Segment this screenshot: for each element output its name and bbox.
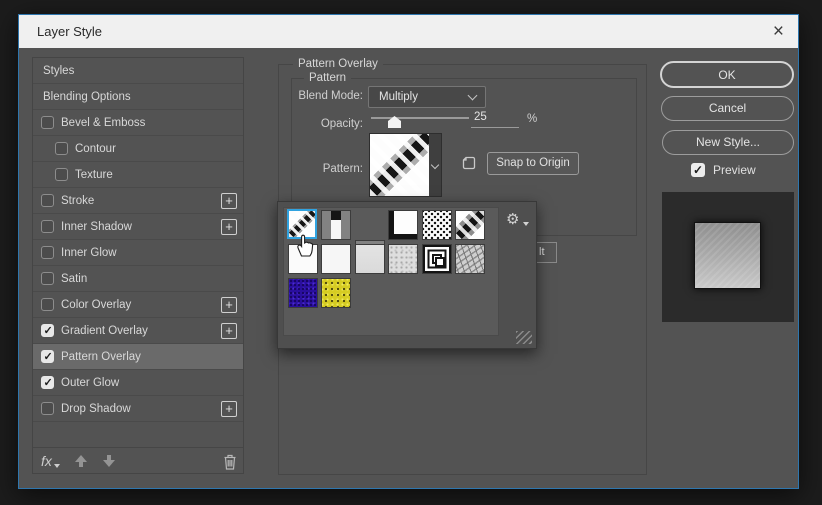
checkbox-unchecked[interactable] [41, 246, 54, 259]
sidebar-item-bevel-emboss[interactable]: Bevel & Emboss [33, 110, 243, 136]
sidebar-item-drop-shadow[interactable]: Drop Shadow + [33, 396, 243, 422]
sidebar-item-satin[interactable]: Satin [33, 266, 243, 292]
checkbox-checked[interactable] [41, 350, 54, 363]
opacity-slider-track[interactable] [371, 117, 469, 119]
sidebar-item-label: Color Overlay [61, 298, 132, 311]
pattern-swatch-scribble-texture[interactable] [455, 244, 485, 274]
close-icon[interactable]: × [773, 22, 784, 41]
layer-style-dialog: Layer Style × Styles Blending Options Be… [18, 14, 799, 489]
checkbox-unchecked[interactable] [55, 142, 68, 155]
opacity-value-field[interactable]: 25 [471, 111, 519, 128]
checkbox-unchecked[interactable] [41, 220, 54, 233]
sidebar-item-styles[interactable]: Styles [33, 58, 243, 84]
partially-hidden-default-button[interactable]: lt [537, 242, 557, 263]
preview-option: Preview [691, 163, 756, 177]
preview-checkbox-checked[interactable] [691, 163, 705, 177]
group-title: Pattern Overlay [293, 58, 383, 70]
sidebar-item-label: Inner Shadow [61, 220, 132, 233]
checkbox-unchecked[interactable] [41, 194, 54, 207]
cancel-button[interactable]: Cancel [661, 96, 794, 121]
styles-sidebar: Styles Blending Options Bevel & Emboss C… [32, 57, 244, 474]
sidebar-item-texture[interactable]: Texture [33, 162, 243, 188]
opacity-label: Opacity: [320, 118, 363, 130]
gear-caret-icon [523, 222, 529, 226]
checkbox-unchecked[interactable] [41, 298, 54, 311]
sidebar-item-label: Bevel & Emboss [61, 116, 146, 129]
sidebar-item-label: Inner Glow [61, 246, 117, 259]
sidebar-item-gradient-overlay[interactable]: Gradient Overlay + [33, 318, 243, 344]
pattern-swatch-vertical-bar[interactable] [321, 210, 351, 240]
new-pattern-icon[interactable] [460, 154, 478, 172]
delete-effect-icon[interactable] [223, 454, 237, 470]
pattern-swatch-corner-frame[interactable] [388, 210, 418, 240]
checkbox-unchecked[interactable] [41, 116, 54, 129]
move-effect-down-icon[interactable] [102, 454, 116, 468]
gear-icon[interactable]: ⚙ [506, 210, 519, 228]
sidebar-item-label: Outer Glow [61, 376, 120, 389]
sidebar-item-label: Pattern Overlay [61, 350, 141, 363]
add-effect-button[interactable]: + [221, 219, 237, 235]
sidebar-item-outer-glow[interactable]: Outer Glow [33, 370, 243, 396]
subgroup-title: Pattern [304, 72, 352, 84]
sidebar-item-inner-glow[interactable]: Inner Glow [33, 240, 243, 266]
sidebar-item-label: Drop Shadow [61, 402, 131, 415]
sidebar-item-label: Gradient Overlay [61, 324, 148, 337]
sidebar-item-pattern-overlay[interactable]: Pattern Overlay [33, 344, 243, 370]
opacity-unit-label: % [527, 113, 538, 125]
sidebar-item-label: Texture [75, 168, 113, 181]
sidebar-item-color-overlay[interactable]: Color Overlay + [33, 292, 243, 318]
blend-mode-select[interactable]: Multiply [368, 86, 486, 108]
pattern-swatch-fine-noise[interactable] [388, 244, 418, 274]
sidebar-item-inner-shadow[interactable]: Inner Shadow + [33, 214, 243, 240]
sidebar-item-label: Blending Options [43, 90, 131, 103]
sidebar-item-contour[interactable]: Contour [33, 136, 243, 162]
blend-mode-label: Blend Mode: [298, 90, 363, 102]
pattern-swatch-yellow-noise[interactable] [321, 278, 351, 308]
sidebar-item-label: Satin [61, 272, 88, 285]
pattern-swatch-white[interactable] [321, 244, 351, 274]
preview-label: Preview [713, 163, 756, 177]
move-effect-up-icon[interactable] [74, 454, 88, 468]
add-effect-button[interactable]: + [221, 401, 237, 417]
style-preview-panel [662, 192, 794, 322]
pattern-thumbnail[interactable] [370, 134, 429, 196]
sidebar-item-blending-options[interactable]: Blending Options [33, 84, 243, 110]
chevron-down-icon [430, 160, 440, 170]
pattern-swatch-diagonal-blocks[interactable] [455, 210, 485, 240]
checkbox-checked[interactable] [41, 324, 54, 337]
pattern-picker-flyout: ⚙ [277, 201, 537, 349]
sidebar-item-stroke[interactable]: Stroke + [33, 188, 243, 214]
fx-caret-icon [53, 463, 60, 468]
new-style-button[interactable]: New Style... [662, 130, 794, 155]
pattern-swatch-polka-dots[interactable] [422, 210, 452, 240]
pattern-swatch-purple-noise[interactable] [288, 278, 318, 308]
sidebar-item-label: Styles [43, 64, 75, 77]
checkbox-unchecked[interactable] [55, 168, 68, 181]
resize-grip-icon[interactable] [516, 331, 532, 344]
fx-menu-icon[interactable]: fx [41, 453, 52, 469]
sidebar-footer: fx [33, 447, 243, 473]
style-preview-thumbnail [694, 222, 761, 289]
checkbox-unchecked[interactable] [41, 272, 54, 285]
add-effect-button[interactable]: + [221, 193, 237, 209]
blend-mode-value: Multiply [379, 91, 418, 103]
dialog-title: Layer Style [37, 24, 103, 39]
pattern-swatch-concentric-squares[interactable] [422, 244, 452, 274]
add-effect-button[interactable]: + [221, 323, 237, 339]
checkbox-checked[interactable] [41, 376, 54, 389]
snap-to-origin-button[interactable]: Snap to Origin [487, 152, 579, 175]
titlebar: Layer Style × [19, 15, 798, 48]
checkbox-unchecked[interactable] [41, 402, 54, 415]
pattern-dropdown-button[interactable] [429, 134, 441, 196]
pattern-label: Pattern: [322, 163, 363, 175]
add-effect-button[interactable]: + [221, 297, 237, 313]
pattern-picker-widget[interactable] [369, 133, 442, 197]
chevron-down-icon [467, 90, 478, 101]
pattern-swatch-light-gray[interactable] [355, 244, 385, 274]
hand-cursor-icon [293, 232, 317, 258]
sidebar-item-label: Stroke [61, 194, 95, 207]
ok-button[interactable]: OK [660, 61, 794, 88]
sidebar-item-label: Contour [75, 142, 116, 155]
